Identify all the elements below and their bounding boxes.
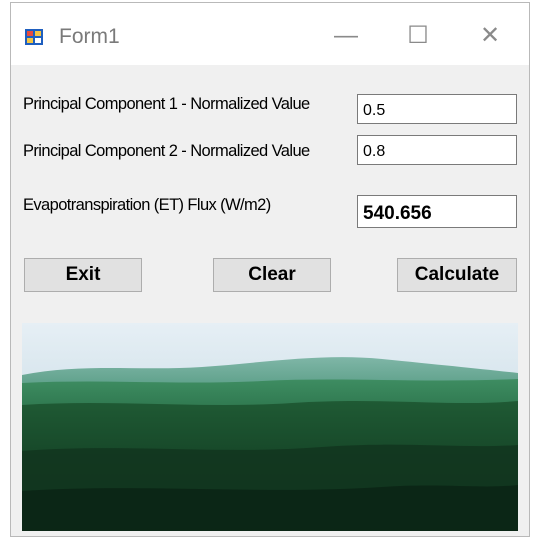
maximize-button[interactable]: ☐	[393, 13, 443, 59]
form1-window: Form1 — ☐ ✕ Principal Component 1 - Norm…	[10, 2, 530, 537]
title-bar[interactable]: Form1 — ☐ ✕	[11, 3, 529, 65]
et-flux-label: Evapotranspiration (ET) Flux (W/m2)	[23, 196, 271, 214]
pc2-label: Principal Component 2 - Normalized Value	[23, 142, 310, 160]
et-flux-output[interactable]	[357, 195, 517, 228]
forest-landscape-photo	[22, 323, 518, 531]
close-icon: ✕	[479, 22, 501, 49]
app-icon	[25, 29, 43, 45]
clear-button[interactable]: Clear	[213, 258, 331, 292]
minimize-button[interactable]: —	[321, 13, 371, 59]
minimize-icon: —	[334, 22, 358, 49]
pc1-input[interactable]	[357, 94, 517, 124]
calculate-button[interactable]: Calculate	[397, 258, 517, 292]
pc1-label: Principal Component 1 - Normalized Value	[23, 95, 310, 113]
window-title: Form1	[59, 25, 120, 48]
close-button[interactable]: ✕	[465, 13, 515, 59]
exit-button[interactable]: Exit	[24, 258, 142, 292]
maximize-icon: ☐	[407, 22, 429, 49]
pc2-input[interactable]	[357, 135, 517, 165]
